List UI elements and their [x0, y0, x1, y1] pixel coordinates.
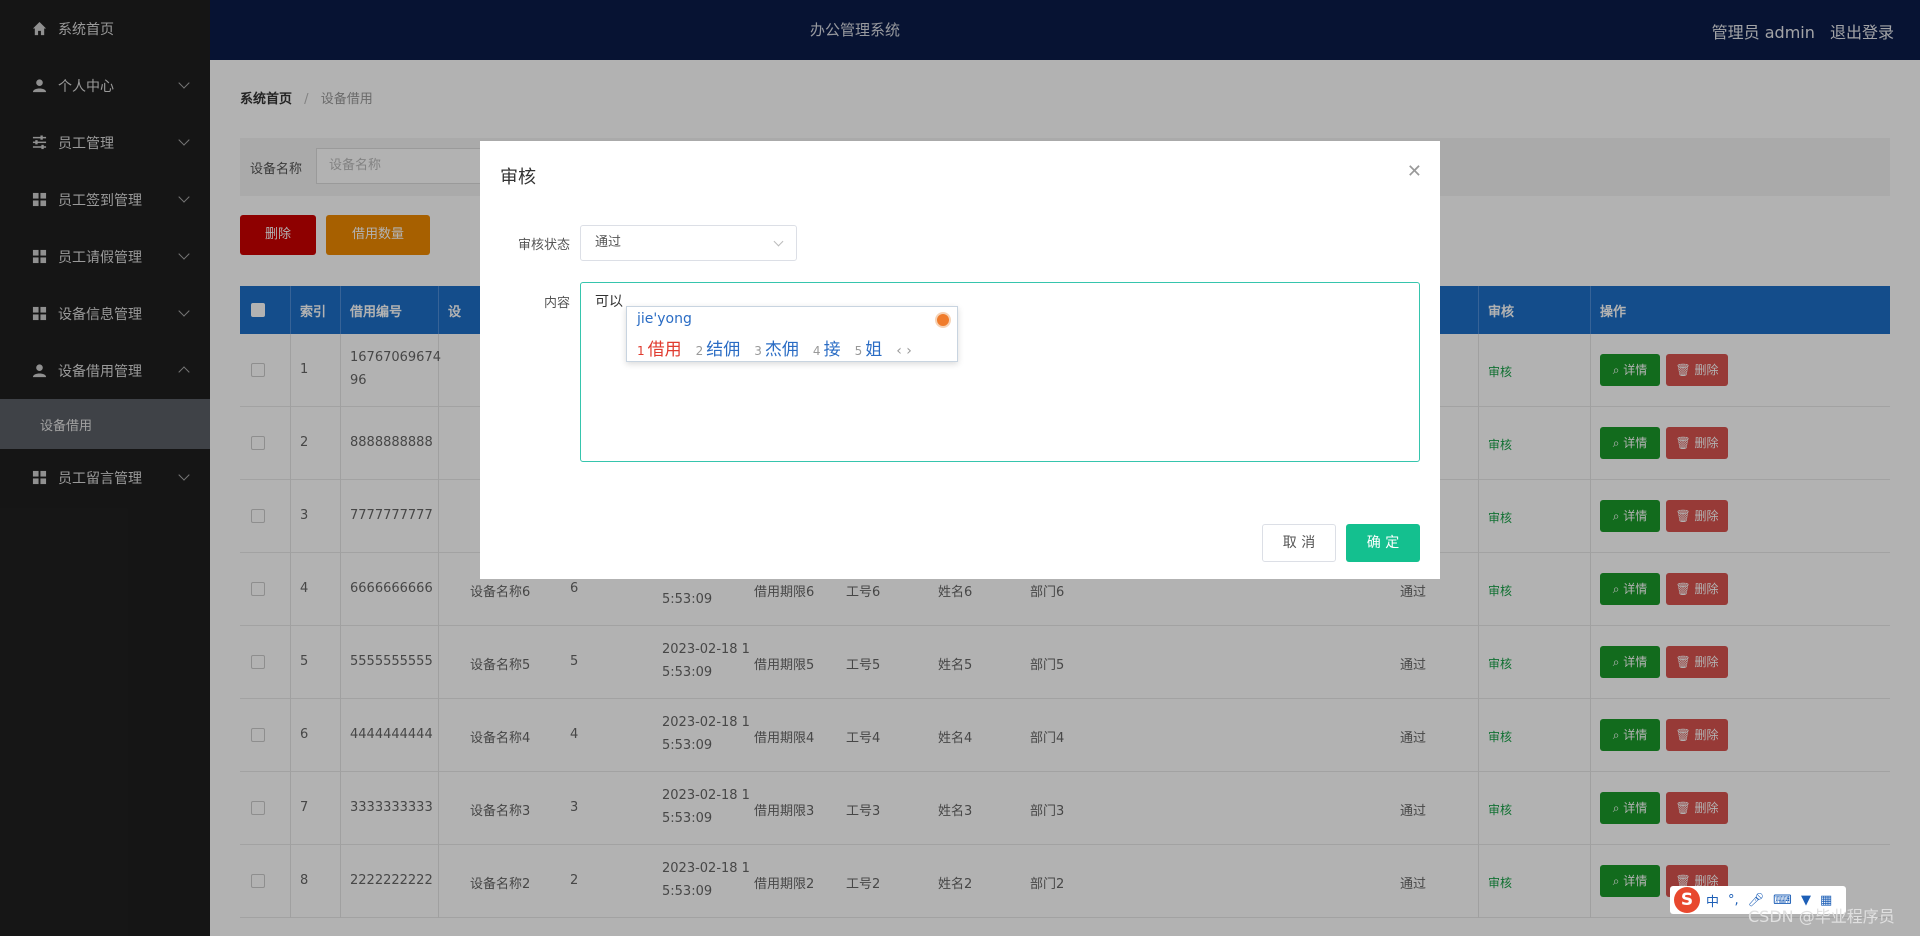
watermark: CSDN @毕业程序员 — [1748, 907, 1895, 926]
sogou-logo-icon[interactable]: S — [1674, 887, 1700, 913]
status-select[interactable]: 通过 — [580, 225, 797, 261]
ime-mode[interactable]: 中 — [1706, 891, 1719, 910]
ime-page-nav[interactable]: ‹ › — [896, 343, 912, 359]
audit-dialog: 审核 ✕ 审核状态 通过 内容 可以 取 消 确 定 — [480, 141, 1440, 579]
ime-candidate[interactable]: 1 借用 — [637, 340, 682, 360]
ime-candidate[interactable]: 5姐 — [855, 340, 883, 360]
content-label: 内容 — [543, 296, 570, 311]
chevron-down-icon — [773, 236, 784, 247]
ime-candidate[interactable]: 3 杰佣 — [754, 340, 799, 360]
cancel-button[interactable]: 取 消 — [1262, 524, 1336, 562]
ime-candidate[interactable]: 4接 — [813, 340, 841, 360]
ime-punct[interactable]: °, — [1728, 893, 1739, 908]
ime-candidate[interactable]: 2 结佣 — [696, 340, 741, 360]
ime-candidate-popup: jie'yong 1 借用 2 结佣 3 杰佣 4 接 5 姐 ‹ › — [626, 306, 958, 362]
ime-candidates: 1 借用 2 结佣 3 杰佣 4 接 5 姐 ‹ › — [637, 335, 912, 360]
confirm-button[interactable]: 确 定 — [1346, 524, 1420, 562]
dialog-title: 审核 — [500, 167, 536, 188]
ime-pinyin: jie'yong — [637, 311, 692, 327]
status-value: 通过 — [595, 235, 622, 250]
status-label: 审核状态 — [517, 238, 570, 253]
close-icon[interactable]: ✕ — [1407, 161, 1422, 182]
ime-logo-icon — [935, 312, 951, 328]
